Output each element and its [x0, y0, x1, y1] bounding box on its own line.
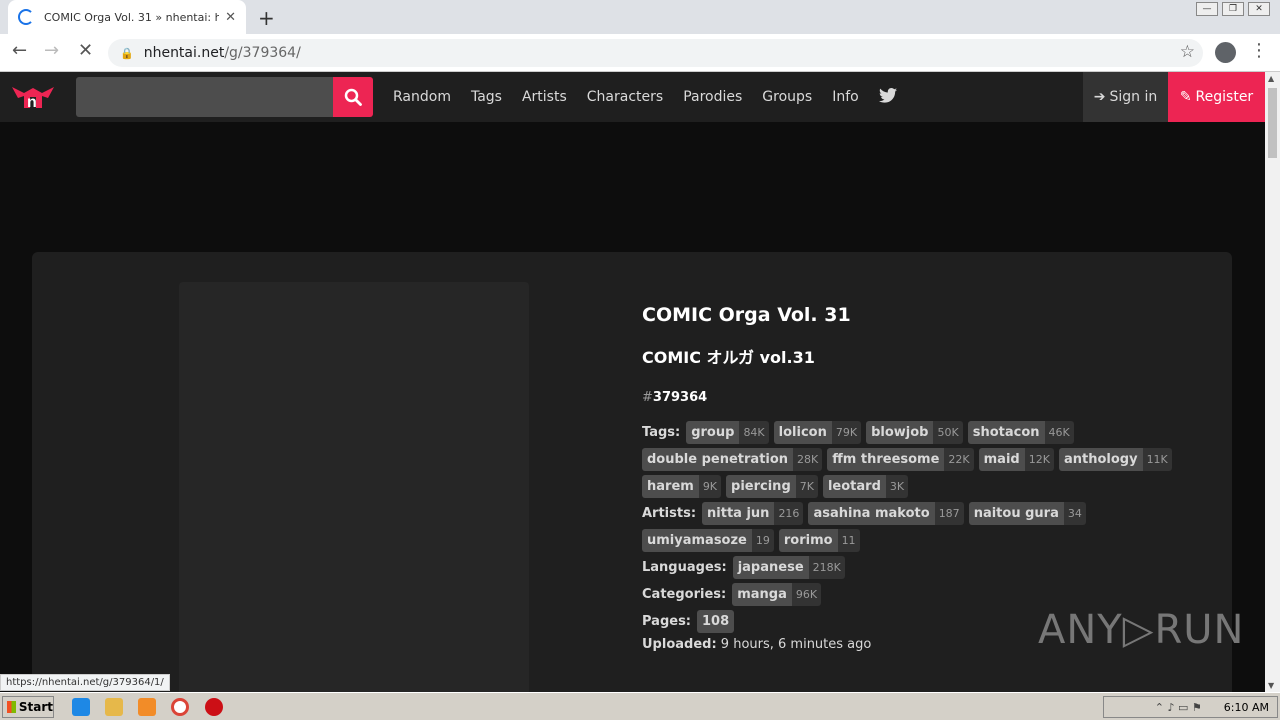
artist-chip[interactable]: nitta jun 216	[702, 502, 804, 525]
artist-chip[interactable]: rorimo 11	[778, 529, 860, 552]
address-bar[interactable]: 🔒 nhentai.net/g/379364/ ☆	[108, 39, 1203, 67]
uploaded-time: 9 hours, 6 minutes ago	[720, 637, 872, 652]
tag-chip[interactable]: group 84K	[686, 421, 769, 444]
loading-spinner-icon	[18, 9, 34, 25]
tag-chip[interactable]: double penetration 28K	[642, 448, 823, 471]
tag-chip[interactable]: ffm threesome 22K	[827, 448, 974, 471]
back-arrow-icon[interactable]: ←	[12, 40, 27, 61]
nav-links: Random Tags Artists Characters Parodies …	[383, 72, 907, 122]
tag-chip[interactable]: harem 9K	[642, 475, 722, 498]
profile-avatar-icon[interactable]	[1215, 42, 1236, 63]
nav-artists[interactable]: Artists	[512, 89, 577, 105]
stop-loading-icon[interactable]: ✕	[78, 40, 93, 61]
artists-field: Artists: nitta jun 216 asahina makoto 187 …	[642, 502, 1222, 525]
nav-tags[interactable]: Tags	[461, 89, 512, 105]
pages-chip[interactable]: 108	[697, 610, 735, 633]
search-button[interactable]	[333, 77, 373, 117]
windows-taskbar: Start ⌃ ♪ ▭ ⚑ 6:10 AM	[0, 692, 1280, 720]
categories-field: Categories: manga 96K	[642, 583, 1222, 606]
url-text: nhentai.net/g/379364/	[143, 45, 301, 61]
nav-info[interactable]: Info	[822, 89, 869, 105]
nhentai-logo-icon[interactable]: n	[12, 84, 54, 110]
opera-icon[interactable]	[205, 698, 223, 716]
uploaded-label: Uploaded:	[642, 637, 717, 652]
tags-field-row2: double penetration 28K ffm threesome 22K m…	[642, 448, 1222, 471]
categories-label: Categories:	[642, 587, 727, 602]
svg-text:n: n	[27, 94, 37, 110]
scroll-up-icon[interactable]: ▲	[1268, 74, 1274, 83]
ie-icon[interactable]	[72, 698, 90, 716]
close-window-button[interactable]: ✕	[1248, 2, 1270, 16]
tag-chip[interactable]: anthology 11K	[1058, 448, 1172, 471]
start-button[interactable]: Start	[2, 696, 54, 718]
sign-in-icon: ➔	[1093, 89, 1106, 105]
tags-field-row3: harem 9K piercing 7K leotard 3K	[642, 475, 1222, 498]
category-chip[interactable]: manga 96K	[732, 583, 822, 606]
media-player-icon[interactable]	[138, 698, 156, 716]
system-tray: ⌃ ♪ ▭ ⚑ 6:10 AM	[1103, 696, 1278, 718]
tag-chip[interactable]: blowjob 50K	[866, 421, 963, 444]
tab-title: COMIC Orga Vol. 31 » nhentai: hent	[44, 10, 220, 24]
register-button[interactable]: ✎ Register	[1168, 72, 1265, 122]
pages-label: Pages:	[642, 614, 692, 629]
tab-close-icon[interactable]: ✕	[225, 10, 236, 25]
tray-icons[interactable]: ⌃ ♪ ▭ ⚑	[1155, 701, 1202, 714]
search-icon	[344, 88, 362, 106]
page-scrollbar[interactable]: ▲ ▼	[1265, 72, 1280, 692]
nav-groups[interactable]: Groups	[752, 89, 822, 105]
anyrun-watermark: ANY▷RUN	[1038, 607, 1245, 653]
new-tab-button[interactable]: +	[258, 6, 275, 30]
edit-icon: ✎	[1179, 89, 1192, 105]
gallery-subtitle: COMIC オルガ vol.31	[642, 348, 815, 367]
browser-menu-icon[interactable]: ⋮	[1250, 40, 1268, 61]
artists-label: Artists:	[642, 506, 697, 521]
forward-arrow-icon[interactable]: →	[44, 40, 59, 61]
sign-in-button[interactable]: ➔ Sign in	[1083, 72, 1168, 122]
twitter-icon[interactable]	[869, 87, 907, 107]
nav-parodies[interactable]: Parodies	[673, 89, 752, 105]
site-navbar: n Random Tags Artists Characters Parodie…	[0, 72, 1265, 122]
page-viewport: n Random Tags Artists Characters Parodie…	[0, 72, 1265, 692]
tag-chip[interactable]: maid 12K	[978, 448, 1054, 471]
minimize-button[interactable]: —	[1196, 2, 1218, 16]
tag-chip[interactable]: leotard 3K	[822, 475, 909, 498]
explorer-folder-icon[interactable]	[105, 698, 123, 716]
search-input[interactable]	[76, 77, 333, 117]
artist-chip[interactable]: naitou gura 34	[968, 502, 1086, 525]
browser-toolbar: ← → ✕ 🔒 nhentai.net/g/379364/ ☆ ⋮	[0, 34, 1280, 72]
tag-chip[interactable]: lolicon 79K	[773, 421, 862, 444]
nav-characters[interactable]: Characters	[577, 89, 673, 105]
scrollbar-thumb[interactable]	[1268, 88, 1277, 158]
windows-logo-icon	[7, 701, 16, 713]
tag-chip[interactable]: shotacon 46K	[967, 421, 1074, 444]
chrome-icon[interactable]	[171, 698, 189, 716]
artists-field-row2: umiyamasoze 19 rorimo 11	[642, 529, 1222, 552]
lock-icon: 🔒	[120, 46, 134, 60]
browser-tab[interactable]: COMIC Orga Vol. 31 » nhentai: hent ✕	[8, 0, 246, 34]
tags-field: Tags: group 84K lolicon 79K blowjob 50K sho…	[642, 421, 1222, 444]
tag-chip[interactable]: piercing 7K	[726, 475, 818, 498]
gallery-info: COMIC Orga Vol. 31 COMIC オルガ vol.31 #379…	[642, 304, 1222, 652]
window-controls: — ❐ ✕	[1196, 2, 1270, 16]
scroll-down-icon[interactable]: ▼	[1268, 681, 1274, 690]
cover-image-placeholder[interactable]	[179, 282, 529, 692]
gallery-id: #379364	[642, 390, 708, 405]
artist-chip[interactable]: umiyamasoze 19	[642, 529, 774, 552]
browser-tabbar: COMIC Orga Vol. 31 » nhentai: hent ✕ + —…	[0, 0, 1280, 34]
clock: 6:10 AM	[1223, 700, 1269, 714]
language-chip[interactable]: japanese 218K	[732, 556, 845, 579]
languages-field: Languages: japanese 218K	[642, 556, 1222, 579]
restore-button[interactable]: ❐	[1222, 2, 1244, 16]
artist-chip[interactable]: asahina makoto 187	[808, 502, 964, 525]
status-bar-url: https://nhentai.net/g/379364/1/	[0, 674, 170, 691]
bookmark-star-icon[interactable]: ☆	[1180, 42, 1195, 62]
tags-label: Tags:	[642, 425, 681, 440]
languages-label: Languages:	[642, 560, 727, 575]
gallery-title: COMIC Orga Vol. 31	[642, 304, 851, 326]
nav-random[interactable]: Random	[383, 89, 461, 105]
